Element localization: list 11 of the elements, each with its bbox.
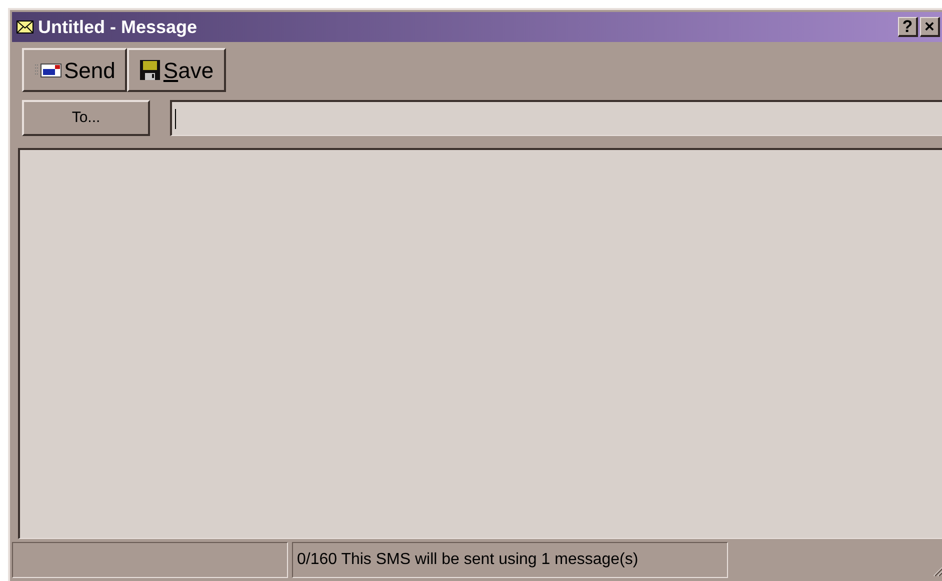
window-title: Untitled - Message [38,16,198,39]
save-button[interactable]: Save [127,48,226,92]
send-icon [34,62,62,78]
recipient-field[interactable] [170,100,942,136]
status-text: 0/160 This SMS will be sent using 1 message(s) [292,542,728,578]
send-button[interactable]: Send [22,48,128,92]
envelope-icon [16,20,34,34]
to-button[interactable]: To... [22,100,150,136]
close-button[interactable]: × [920,17,940,37]
help-button[interactable]: ? [898,17,918,37]
message-body-field[interactable] [18,148,942,539]
